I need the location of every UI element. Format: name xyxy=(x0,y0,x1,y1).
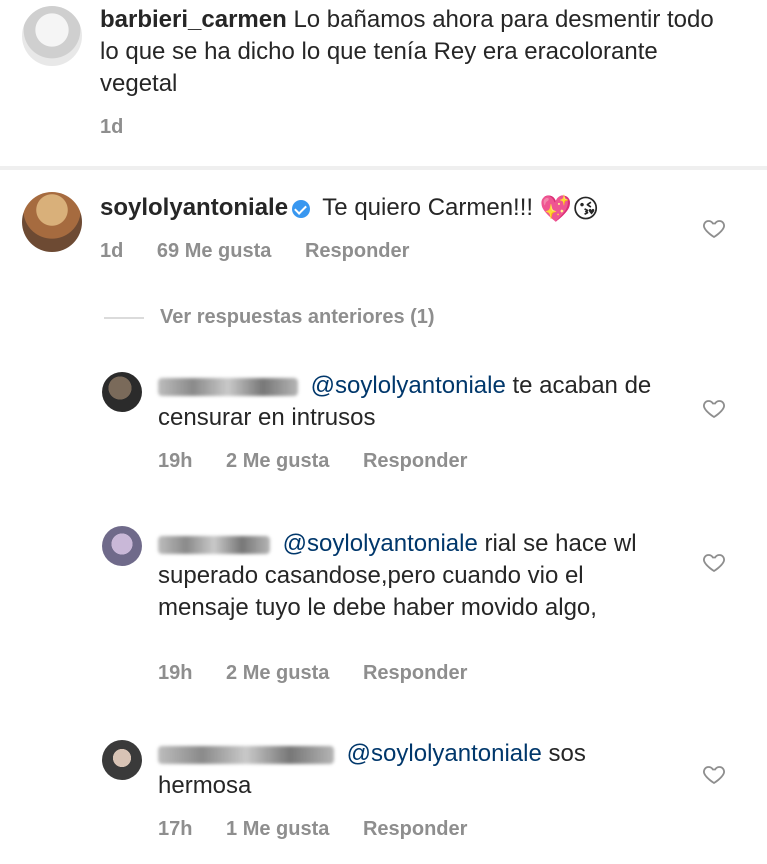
timestamp: 19h xyxy=(158,662,193,684)
timestamp: 19h xyxy=(158,450,193,472)
timestamp: 1d xyxy=(100,116,124,138)
timestamp: 1d xyxy=(100,240,124,262)
blurred-username xyxy=(158,535,270,554)
likes-count[interactable]: 69 Me gusta xyxy=(157,240,271,262)
comment-meta: 19h 2 Me gusta Responder xyxy=(158,450,495,473)
verified-badge-icon xyxy=(292,199,311,218)
blurred-username xyxy=(158,377,298,396)
comment-body: @soylolyantoniale te acaban de censurar … xyxy=(158,370,678,434)
mention-link[interactable]: @soylolyantoniale xyxy=(311,372,506,399)
avatar[interactable] xyxy=(22,6,82,66)
blurred-username xyxy=(158,745,334,764)
comment-body: @soylolyantoniale rial se hace wl supera… xyxy=(158,528,678,624)
heart-outline-icon[interactable] xyxy=(702,550,726,574)
reply-button[interactable]: Responder xyxy=(363,450,467,472)
mention-link[interactable]: @soylolyantoniale xyxy=(347,740,542,767)
heart-outline-icon[interactable] xyxy=(702,762,726,786)
comment-body: soylolyantoniale Te quiero Carmen!!! 💖😘 xyxy=(100,192,700,225)
username[interactable]: barbieri_carmen xyxy=(100,6,287,33)
mention-link[interactable]: @soylolyantoniale xyxy=(283,530,478,557)
comment-body: barbieri_carmen Lo bañamos ahora para de… xyxy=(100,4,720,100)
likes-count[interactable]: 2 Me gusta xyxy=(226,450,329,472)
emoji: 💖😘 xyxy=(539,193,600,224)
view-more-label: Ver respuestas anteriores (1) xyxy=(160,306,435,328)
reply-button[interactable]: Responder xyxy=(305,240,409,262)
divider-line xyxy=(104,316,144,319)
comment-meta: 1d 69 Me gusta Responder xyxy=(100,240,437,263)
avatar[interactable] xyxy=(102,372,142,412)
comment-meta: 1d xyxy=(100,116,151,139)
avatar[interactable] xyxy=(22,192,82,252)
heart-outline-icon[interactable] xyxy=(702,396,726,420)
likes-count[interactable]: 2 Me gusta xyxy=(226,662,329,684)
avatar[interactable] xyxy=(102,526,142,566)
comment-body: @soylolyantoniale sos hermosa xyxy=(158,738,678,802)
username[interactable]: soylolyantoniale xyxy=(100,194,288,221)
likes-count[interactable]: 1 Me gusta xyxy=(226,818,329,840)
reply-button[interactable]: Responder xyxy=(363,662,467,684)
heart-outline-icon[interactable] xyxy=(702,216,726,240)
comment-meta: 19h 2 Me gusta Responder xyxy=(158,662,495,685)
comment-text: Te quiero Carmen!!! xyxy=(322,194,534,221)
divider xyxy=(0,166,767,170)
comment-meta: 17h 1 Me gusta Responder xyxy=(158,818,495,841)
avatar[interactable] xyxy=(102,740,142,780)
reply-button[interactable]: Responder xyxy=(363,818,467,840)
timestamp: 17h xyxy=(158,818,193,840)
view-previous-replies-button[interactable]: Ver respuestas anteriores (1) xyxy=(104,306,435,329)
